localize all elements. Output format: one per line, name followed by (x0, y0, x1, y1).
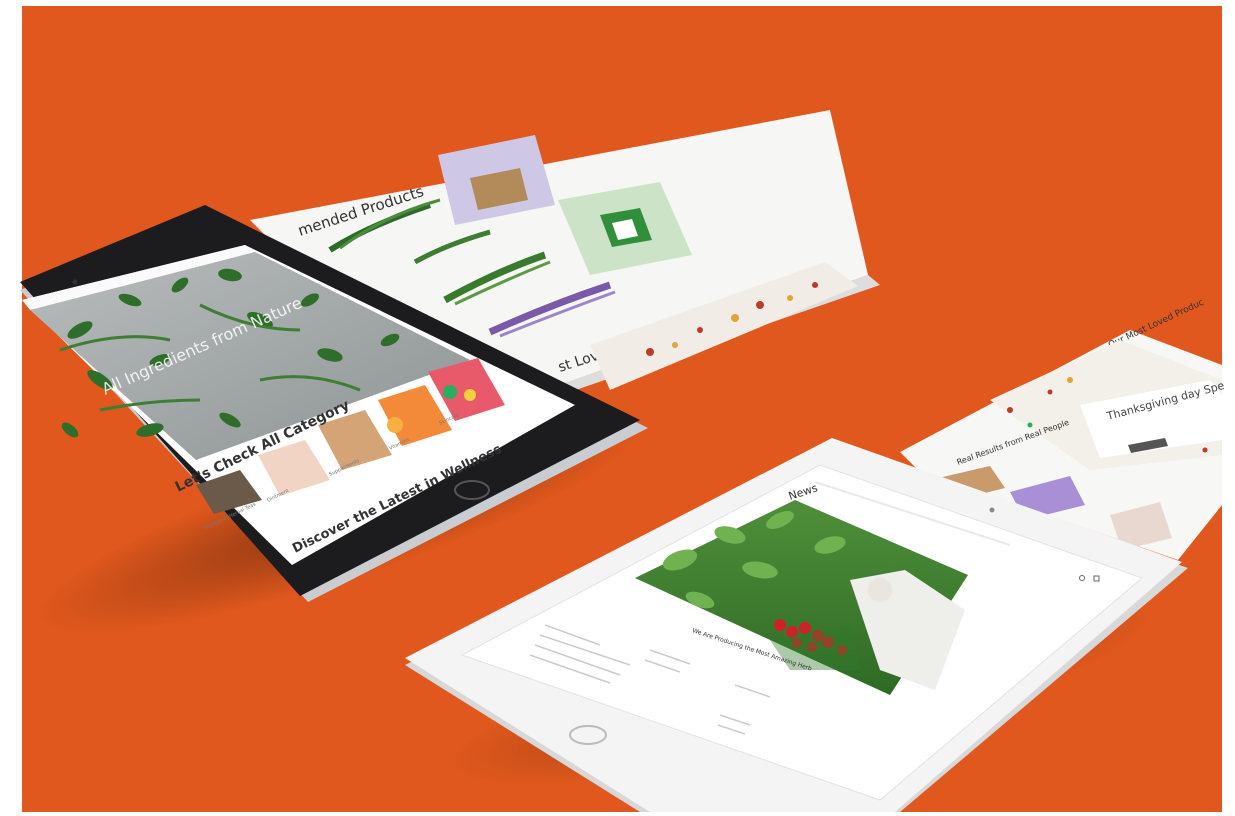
mockup-scene: mended Products st Loved Products (0, 0, 1235, 812)
camera-dot (72, 279, 78, 285)
light-camera-dot (989, 507, 995, 513)
